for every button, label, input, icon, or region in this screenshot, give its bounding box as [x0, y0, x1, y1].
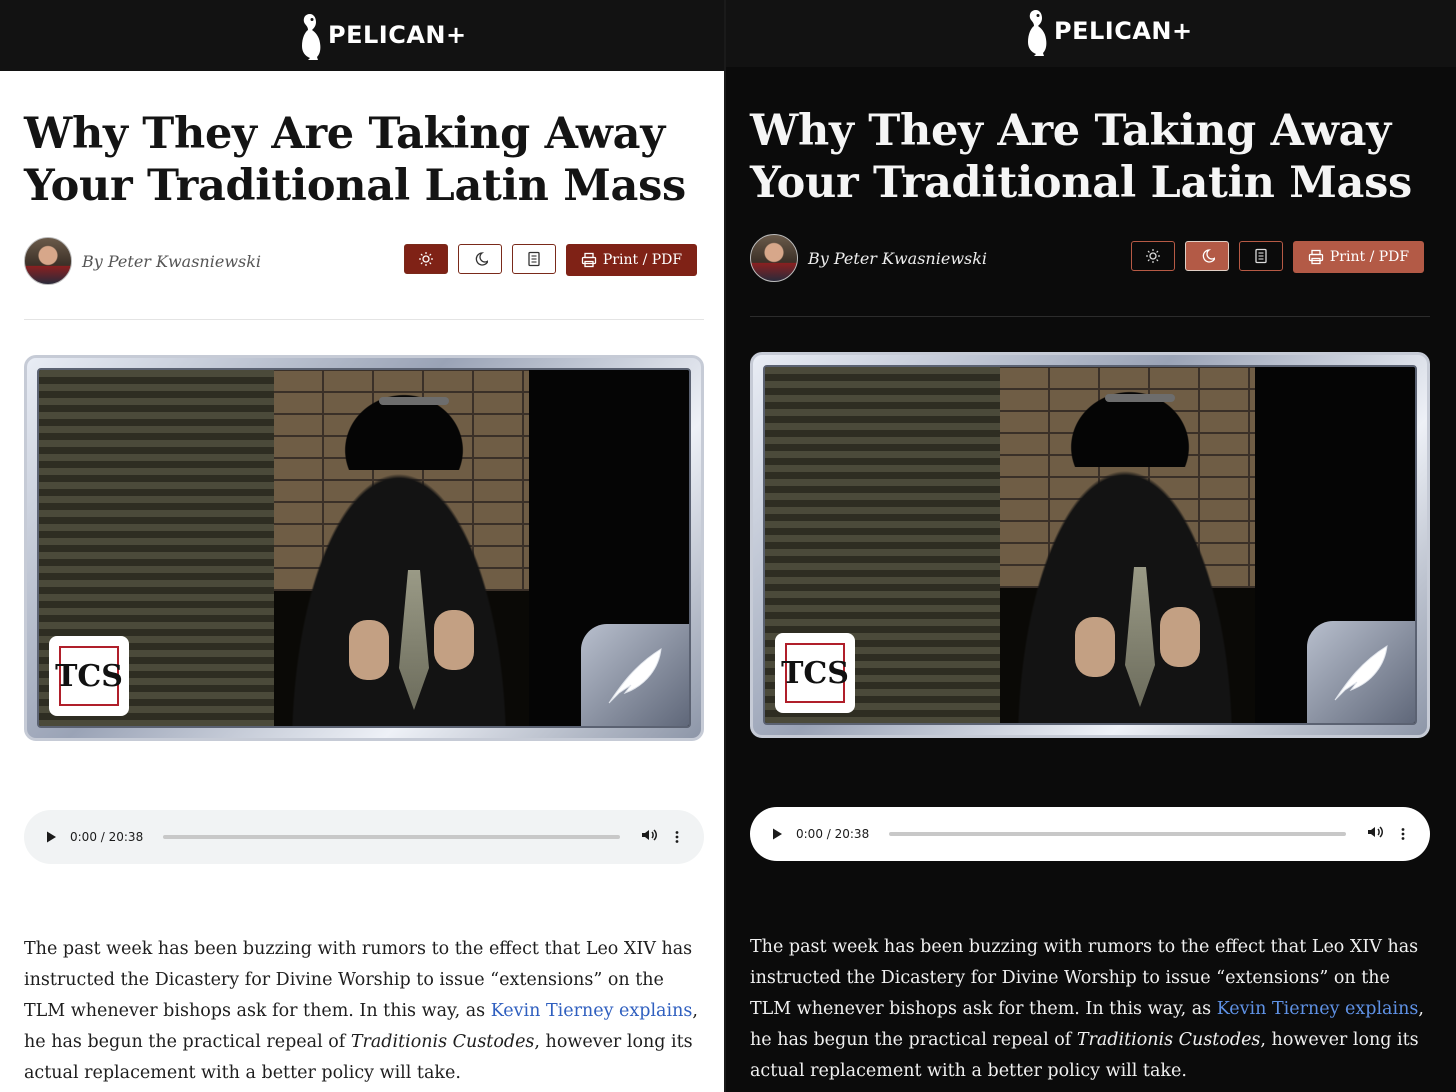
title-line-2: Your Traditional Latin Mass — [750, 158, 1412, 208]
document-icon — [1255, 248, 1267, 264]
quill-badge — [1307, 621, 1415, 723]
print-label: Print / PDF — [602, 252, 683, 268]
printer-icon — [581, 252, 597, 268]
article-paragraph: The past week has been buzzing with rumo… — [750, 932, 1430, 1087]
article-title: Why They Are Taking Away Your Traditiona… — [24, 108, 704, 212]
quill-icon — [608, 648, 662, 704]
play-icon[interactable] — [770, 827, 784, 841]
traditionis-custodes-italic: Traditionis Custodes — [1076, 1030, 1261, 1050]
kevin-tierney-link[interactable]: Kevin Tierney explains — [491, 1001, 693, 1021]
fedora-hat — [329, 380, 479, 470]
right-hand — [434, 610, 474, 670]
sun-icon — [419, 252, 433, 266]
top-bar: PELICAN+ — [726, 0, 1456, 67]
view-controls: Print / PDF — [404, 244, 697, 276]
print-label: Print / PDF — [1329, 249, 1410, 265]
document-icon — [528, 251, 540, 267]
reader-mode-button[interactable] — [512, 244, 556, 274]
comparison-screenshot: PELICAN+ Why They Are Taking Away Your T… — [0, 0, 1456, 1092]
title-line-1: Why They Are Taking Away — [750, 106, 1391, 156]
brand-name: PELICAN+ — [328, 21, 467, 49]
figure-body — [274, 430, 524, 726]
title-line-2: Your Traditional Latin Mass — [24, 161, 686, 211]
pelican-icon — [1028, 10, 1047, 56]
print-pdf-button[interactable]: Print / PDF — [1293, 241, 1424, 273]
quill-badge — [581, 624, 689, 726]
tcs-logo-badge: TCS — [49, 636, 129, 716]
brand-logo[interactable]: PELICAN+ — [1022, 6, 1193, 56]
audio-progress[interactable] — [163, 835, 620, 839]
fedora-hat — [1055, 377, 1205, 467]
tcs-logo: TCS — [55, 646, 123, 706]
hero-scene: TCS — [763, 365, 1417, 725]
volume-icon — [1368, 826, 1383, 838]
sun-icon — [1146, 249, 1160, 263]
light-mode-button[interactable] — [1131, 241, 1175, 271]
title-line-1: Why They Are Taking Away — [24, 109, 665, 159]
author-avatar[interactable] — [750, 234, 798, 282]
divider — [24, 319, 704, 320]
hat-band — [379, 397, 449, 405]
printer-icon — [1308, 249, 1324, 265]
traditionis-custodes-italic: Traditionis Custodes — [350, 1032, 535, 1052]
tcs-logo: TCS — [781, 643, 849, 703]
author-avatar[interactable] — [24, 237, 72, 285]
article-paragraph: The past week has been buzzing with rumo… — [24, 934, 704, 1089]
moon-icon — [475, 252, 488, 266]
light-mode-button[interactable] — [404, 244, 448, 274]
divider — [750, 316, 1430, 317]
author-name[interactable]: By Peter Kwasniewski — [82, 252, 261, 271]
audio-time: 0:00 / 20:38 — [70, 830, 144, 844]
author-name[interactable]: By Peter Kwasniewski — [808, 249, 987, 268]
more-options-icon[interactable] — [1396, 827, 1410, 841]
figure-body — [1000, 427, 1250, 723]
left-hand — [349, 620, 389, 680]
top-bar: PELICAN+ — [0, 0, 724, 71]
hero-image[interactable]: TCS — [750, 352, 1430, 738]
hat-band — [1105, 394, 1175, 402]
audio-progress[interactable] — [889, 832, 1346, 836]
quill-icon — [1334, 645, 1388, 701]
pelican-icon — [302, 14, 321, 60]
reader-mode-button[interactable] — [1239, 241, 1283, 271]
volume-icon — [642, 829, 657, 841]
brand-name: PELICAN+ — [1054, 17, 1193, 45]
view-controls: Print / PDF — [1131, 241, 1424, 273]
byline: By Peter Kwasniewski — [750, 234, 987, 282]
hero-image[interactable]: TCS — [24, 355, 704, 741]
audio-player: 0:00 / 20:38 — [24, 810, 704, 864]
tcs-logo-badge: TCS — [775, 633, 855, 713]
byline: By Peter Kwasniewski — [24, 237, 261, 285]
moon-icon — [1202, 249, 1215, 263]
article-title: Why They Are Taking Away Your Traditiona… — [750, 105, 1430, 209]
brand-logo[interactable]: PELICAN+ — [296, 10, 467, 60]
print-pdf-button[interactable]: Print / PDF — [566, 244, 697, 276]
dark-mode-button[interactable] — [458, 244, 502, 274]
audio-time: 0:00 / 20:38 — [796, 827, 870, 841]
kevin-tierney-link[interactable]: Kevin Tierney explains — [1217, 999, 1419, 1019]
light-mode-panel: PELICAN+ Why They Are Taking Away Your T… — [0, 0, 724, 1092]
left-hand — [1075, 617, 1115, 677]
volume-button[interactable] — [1366, 823, 1384, 845]
right-hand — [1160, 607, 1200, 667]
audio-player: 0:00 / 20:38 — [750, 807, 1430, 861]
more-options-icon[interactable] — [670, 830, 684, 844]
hero-scene: TCS — [37, 368, 691, 728]
dark-mode-button[interactable] — [1185, 241, 1229, 271]
play-icon[interactable] — [44, 830, 58, 844]
dark-mode-panel: PELICAN+ Why They Are Taking Away Your T… — [726, 0, 1456, 1092]
volume-button[interactable] — [640, 826, 658, 848]
